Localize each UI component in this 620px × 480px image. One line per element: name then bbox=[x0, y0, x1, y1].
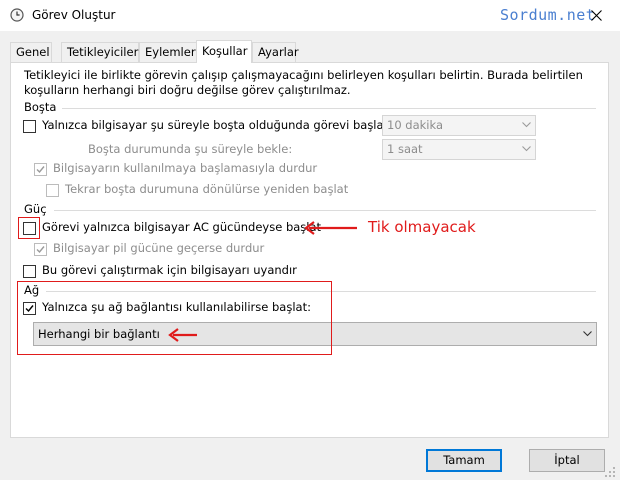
tab-settings[interactable]: Ayarlar bbox=[252, 42, 299, 62]
resize-grip-icon[interactable] bbox=[604, 466, 616, 478]
start-if-idle-checkbox[interactable] bbox=[23, 120, 36, 133]
arrow-left-icon bbox=[304, 221, 357, 235]
cancel-button[interactable]: İptal bbox=[529, 449, 605, 472]
clock-icon bbox=[10, 8, 24, 22]
idle-wait-combo[interactable]: 1 saat bbox=[382, 139, 536, 160]
wake-to-run-label: Bu görevi çalıştırmak için bilgisayarı u… bbox=[42, 263, 297, 277]
chevron-down-icon bbox=[522, 146, 531, 152]
idle-section-label: Boşta bbox=[24, 100, 57, 114]
annotation-highlight-box bbox=[18, 217, 40, 239]
ok-button[interactable]: Tamam bbox=[426, 449, 502, 472]
conditions-description: Tetikleyici ile birlikte görevin çalışıp… bbox=[24, 68, 583, 97]
idle-duration-combo[interactable]: 10 dakika bbox=[382, 115, 536, 136]
idle-section-divider bbox=[62, 108, 596, 109]
restart-if-idle-checkbox[interactable] bbox=[46, 184, 59, 197]
close-icon bbox=[590, 9, 602, 21]
ac-only-label: Görevi yalnızca bilgisayar AC gücündeyse… bbox=[42, 220, 322, 234]
stop-if-not-idle-label: Bilgisayarın kullanılmaya başlamasıyla d… bbox=[53, 161, 318, 175]
start-if-idle-label: Yalnızca bilgisayar şu süreyle boşta old… bbox=[42, 118, 392, 132]
annotation-network-box bbox=[17, 281, 332, 355]
close-button[interactable] bbox=[576, 2, 616, 28]
chevron-down-icon bbox=[583, 331, 592, 337]
wake-to-run-checkbox[interactable] bbox=[23, 265, 36, 278]
stop-on-battery-label: Bilgisayar pil gücüne geçerse durdur bbox=[53, 241, 265, 255]
annotation-text: Tik olmayacak bbox=[368, 218, 476, 236]
chevron-down-icon bbox=[522, 122, 531, 128]
power-section-label: Güç bbox=[24, 202, 47, 216]
restart-if-idle-label: Tekrar boşta durumuna dönülürse yeniden … bbox=[65, 182, 349, 196]
stop-if-not-idle-checkbox[interactable] bbox=[34, 163, 47, 176]
idle-wait-value: 1 saat bbox=[387, 142, 423, 156]
checkmark-icon bbox=[36, 166, 45, 174]
tab-conditions[interactable]: Koşullar bbox=[196, 40, 252, 63]
idle-duration-value: 10 dakika bbox=[387, 118, 443, 132]
tab-actions[interactable]: Eylemler bbox=[139, 42, 197, 62]
window-title: Görev Oluştur bbox=[32, 8, 116, 22]
tab-general[interactable]: Genel bbox=[10, 42, 52, 62]
stop-on-battery-checkbox[interactable] bbox=[34, 243, 47, 256]
arrow-left-icon bbox=[168, 328, 197, 342]
power-section-divider bbox=[54, 210, 596, 211]
title-bar: Görev Oluştur Sordum.net bbox=[0, 0, 620, 31]
tab-triggers[interactable]: Tetikleyiciler bbox=[61, 42, 139, 62]
checkmark-icon bbox=[36, 246, 45, 254]
idle-wait-label: Boşta durumunda şu süreyle bekle: bbox=[88, 142, 293, 156]
